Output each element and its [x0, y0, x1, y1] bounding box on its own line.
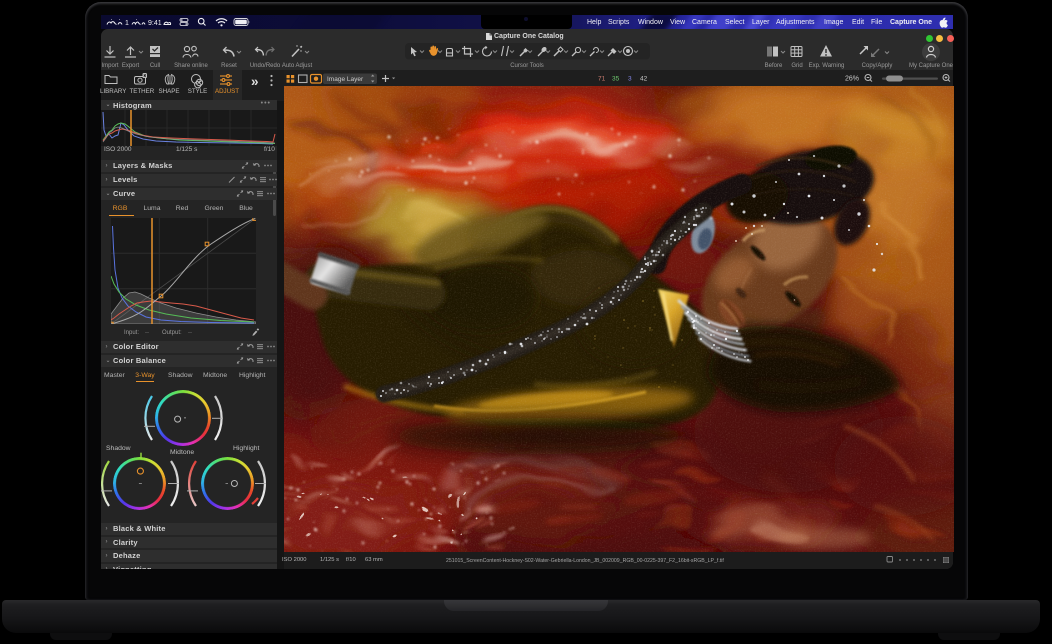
- svg-text:35: 35: [612, 75, 620, 82]
- svg-text:71: 71: [598, 75, 606, 82]
- svg-text:9:41: 9:41: [148, 20, 162, 27]
- svg-text:1: 1: [125, 20, 129, 27]
- svg-text:42: 42: [640, 75, 648, 82]
- svg-text:3: 3: [628, 75, 632, 82]
- svg-text:Image Layer: Image Layer: [327, 76, 364, 83]
- svg-text:26%: 26%: [845, 75, 859, 82]
